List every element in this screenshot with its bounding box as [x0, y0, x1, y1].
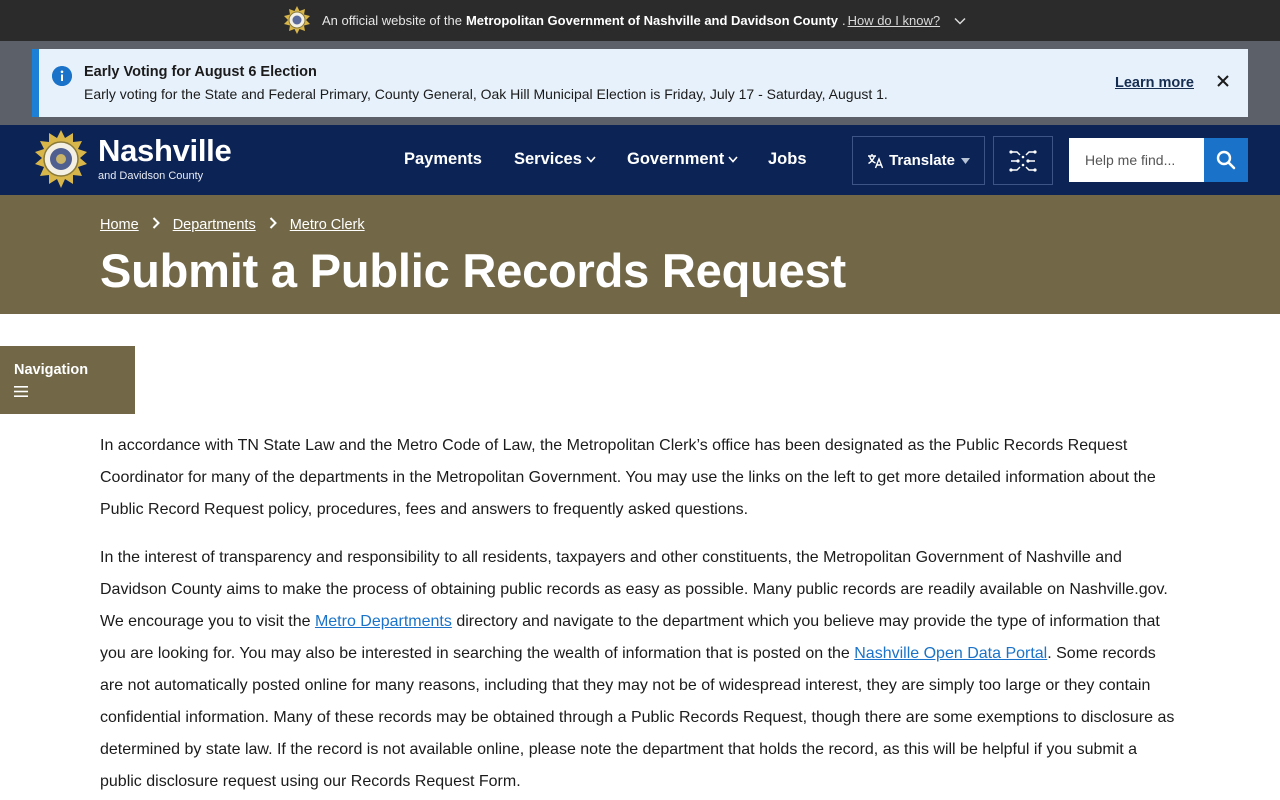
main-content: In accordance with TN State Law and the …: [100, 430, 1180, 800]
nav-jobs[interactable]: Jobs: [768, 150, 807, 169]
chevron-down-icon[interactable]: [954, 13, 966, 28]
breadcrumb-home[interactable]: Home: [100, 217, 139, 233]
nav-payments-label: Payments: [404, 150, 482, 168]
nav-payments[interactable]: Payments: [404, 150, 482, 169]
nav-government-label: Government: [627, 150, 725, 168]
page-hero: Home Departments Metro Clerk Submit a Pu…: [0, 195, 1280, 314]
paragraph-text: . Some records are not automatically pos…: [100, 645, 1175, 790]
translate-icon: [868, 153, 884, 168]
metro-departments-link[interactable]: Metro Departments: [315, 613, 452, 630]
intro-paragraph: In accordance with TN State Law and the …: [100, 437, 1156, 518]
breadcrumb: Home Departments Metro Clerk: [100, 217, 365, 233]
ai-chip-icon: [1009, 149, 1037, 172]
election-alert: Early Voting for August 6 Election Early…: [32, 49, 1248, 117]
caret-down-icon: [960, 157, 970, 164]
chevron-down-icon: [586, 156, 596, 163]
chevron-right-icon: [269, 217, 277, 233]
translate-label: Translate: [889, 152, 955, 169]
sidebar-navigation-toggle[interactable]: Navigation: [0, 346, 135, 414]
seal-icon[interactable]: [32, 130, 90, 188]
search-button[interactable]: [1204, 138, 1248, 182]
alert-text: Early voting for the State and Federal P…: [84, 86, 888, 102]
close-icon[interactable]: [1215, 73, 1231, 89]
how-do-i-know-link[interactable]: How do I know?: [848, 13, 941, 28]
translate-button[interactable]: Translate: [852, 136, 985, 185]
seal-icon: [284, 6, 310, 34]
nav-government[interactable]: Government: [627, 150, 738, 169]
logo-name[interactable]: Nashville: [98, 133, 232, 169]
transparency-paragraph: In the interest of transparency and resp…: [100, 542, 1180, 798]
menu-icon: [14, 386, 28, 397]
chevron-right-icon: [152, 217, 160, 233]
nav-services[interactable]: Services: [514, 150, 596, 169]
info-icon: [52, 66, 72, 86]
search-icon: [1216, 150, 1236, 170]
alert-title: Early Voting for August 6 Election: [84, 64, 317, 80]
logo-subtitle: and Davidson County: [98, 170, 204, 182]
search-input[interactable]: [1069, 138, 1204, 182]
navigation-toggle-label: Navigation: [14, 362, 89, 378]
alert-region: Early Voting for August 6 Election Early…: [0, 41, 1280, 125]
official-banner: An official website of the Metropolitan …: [0, 0, 1280, 41]
nav-jobs-label: Jobs: [768, 150, 807, 168]
site-header: Nashville and Davidson County Payments S…: [0, 125, 1280, 195]
official-banner-content: An official website of the Metropolitan …: [283, 6, 966, 34]
open-data-portal-link[interactable]: Nashville Open Data Portal: [854, 645, 1047, 662]
official-org: Metropolitan Government of Nashville and…: [465, 12, 838, 28]
breadcrumb-metro-clerk[interactable]: Metro Clerk: [290, 217, 365, 233]
nav-services-label: Services: [514, 150, 582, 168]
official-prefix: An official website of the: [322, 12, 462, 28]
breadcrumb-departments[interactable]: Departments: [173, 217, 256, 233]
ai-assistant-button[interactable]: [993, 136, 1053, 185]
chevron-down-icon: [728, 156, 738, 163]
learn-more-link[interactable]: Learn more: [1115, 75, 1194, 91]
official-period: .: [841, 12, 846, 28]
page-title: Submit a Public Records Request: [100, 244, 846, 297]
